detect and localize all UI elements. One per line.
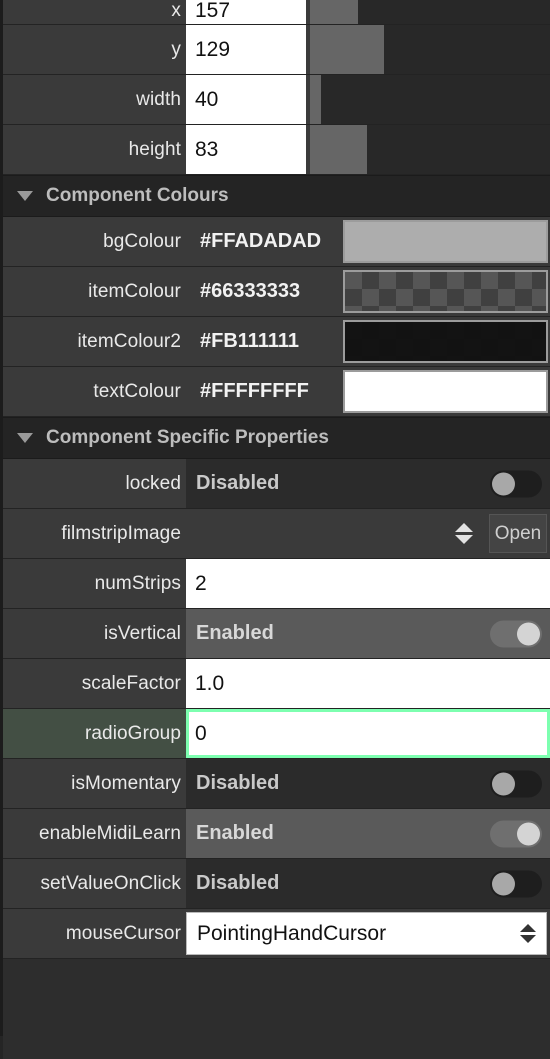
property-slider-height[interactable]: [310, 125, 550, 174]
toggle-switch-icon[interactable]: [490, 870, 542, 897]
property-row-radiogroup[interactable]: radioGroup 0: [3, 709, 550, 759]
property-label-scalefactor: scaleFactor: [3, 659, 186, 708]
property-row-enablemidilearn[interactable]: enableMidiLearn Enabled: [3, 809, 550, 859]
panel-empty-area: [3, 959, 550, 1059]
property-label-filmstripimage: filmstripImage: [3, 509, 186, 558]
toggle-state-label: Enabled: [196, 822, 274, 844]
mousecursor-selected-value: PointingHandCursor: [197, 921, 387, 945]
property-row-mousecursor[interactable]: mouseCursor PointingHandCursor: [3, 909, 550, 959]
property-value-y[interactable]: 129: [186, 25, 306, 74]
property-label-mousecursor: mouseCursor: [3, 909, 186, 958]
colour-label-bgcolour: bgColour: [3, 217, 186, 266]
triangle-down-icon[interactable]: [17, 433, 33, 443]
up-down-arrows-icon[interactable]: [520, 924, 536, 943]
section-header-component-colours[interactable]: Component Colours: [3, 175, 550, 217]
property-label-x: x: [3, 0, 186, 24]
colour-row-textcolour[interactable]: textColour #FFFFFFFF: [3, 367, 550, 417]
property-label-isvertical: isVertical: [3, 609, 186, 658]
property-row-x[interactable]: x 157: [3, 0, 550, 25]
toggle-switch-icon[interactable]: [490, 770, 542, 797]
property-label-locked: locked: [3, 459, 186, 508]
property-label-y: y: [3, 25, 186, 74]
property-row-numstrips[interactable]: numStrips 2: [3, 559, 550, 609]
property-label-radiogroup: radioGroup: [3, 709, 186, 758]
toggle-state-label: Disabled: [196, 872, 280, 894]
colour-swatch-bgcolour[interactable]: [343, 220, 548, 263]
colour-row-itemcolour2[interactable]: itemColour2 #FB111111: [3, 317, 550, 367]
toggle-setvalueonclick[interactable]: Disabled: [186, 859, 550, 908]
mousecursor-dropdown[interactable]: PointingHandCursor: [186, 912, 547, 955]
colour-label-textcolour: textColour: [3, 367, 186, 416]
triangle-down-icon[interactable]: [17, 191, 33, 201]
property-label-setvalueonclick: setValueOnClick: [3, 859, 186, 908]
filmstrip-file-field[interactable]: [186, 509, 489, 558]
section-header-component-specific-properties[interactable]: Component Specific Properties: [3, 417, 550, 459]
toggle-state-label: Disabled: [196, 472, 280, 494]
property-label-numstrips: numStrips: [3, 559, 186, 608]
property-row-y[interactable]: y 129: [3, 25, 550, 75]
toggle-isvertical[interactable]: Enabled: [186, 609, 550, 658]
property-value-numstrips[interactable]: 2: [186, 559, 550, 608]
toggle-switch-icon[interactable]: [490, 620, 542, 647]
property-value-x[interactable]: 157: [186, 0, 306, 24]
toggle-enablemidilearn[interactable]: Enabled: [186, 809, 550, 858]
property-label-width: width: [3, 75, 186, 124]
property-label-enablemidilearn: enableMidiLearn: [3, 809, 186, 858]
property-row-isvertical[interactable]: isVertical Enabled: [3, 609, 550, 659]
colour-label-itemcolour: itemColour: [3, 267, 186, 316]
property-row-height[interactable]: height 83: [3, 125, 550, 175]
property-row-setvalueonclick[interactable]: setValueOnClick Disabled: [3, 859, 550, 909]
colour-row-bgcolour[interactable]: bgColour #FFADADAD: [3, 217, 550, 267]
toggle-switch-icon[interactable]: [490, 470, 542, 497]
section-title: Component Specific Properties: [46, 427, 329, 448]
colour-label-itemcolour2: itemColour2: [3, 317, 186, 366]
property-slider-width[interactable]: [310, 75, 550, 124]
colour-swatch-itemcolour[interactable]: [343, 270, 548, 313]
component-properties-panel: x 157 y 129 width 40 height 83 Component…: [0, 0, 550, 1059]
property-row-width[interactable]: width 40: [3, 75, 550, 125]
colour-swatch-itemcolour2[interactable]: [343, 320, 548, 363]
property-label-ismomentary: isMomentary: [3, 759, 186, 808]
property-slider-x[interactable]: [310, 0, 550, 24]
toggle-switch-icon[interactable]: [490, 820, 542, 847]
colour-hex-textcolour[interactable]: #FFFFFFFF: [186, 367, 343, 416]
property-row-scalefactor[interactable]: scaleFactor 1.0: [3, 659, 550, 709]
colour-hex-itemcolour[interactable]: #66333333: [186, 267, 343, 316]
property-value-scalefactor[interactable]: 1.0: [186, 659, 550, 708]
property-slider-y[interactable]: [310, 25, 550, 74]
property-label-height: height: [3, 125, 186, 174]
colour-row-itemcolour[interactable]: itemColour #66333333: [3, 267, 550, 317]
property-value-height[interactable]: 83: [186, 125, 306, 174]
property-row-ismomentary[interactable]: isMomentary Disabled: [3, 759, 550, 809]
property-row-filmstripimage[interactable]: filmstripImage Open: [3, 509, 550, 559]
section-title: Component Colours: [46, 185, 229, 206]
colour-swatch-textcolour[interactable]: [343, 370, 548, 413]
colour-hex-bgcolour[interactable]: #FFADADAD: [186, 217, 343, 266]
colour-hex-itemcolour2[interactable]: #FB111111: [186, 317, 343, 366]
up-down-arrows-icon[interactable]: [455, 523, 473, 544]
open-button[interactable]: Open: [489, 514, 547, 553]
property-row-locked[interactable]: locked Disabled: [3, 459, 550, 509]
toggle-state-label: Disabled: [196, 772, 280, 794]
property-value-width[interactable]: 40: [186, 75, 306, 124]
property-value-radiogroup[interactable]: 0: [186, 709, 550, 758]
toggle-locked[interactable]: Disabled: [186, 459, 550, 508]
toggle-state-label: Enabled: [196, 622, 274, 644]
toggle-ismomentary[interactable]: Disabled: [186, 759, 550, 808]
